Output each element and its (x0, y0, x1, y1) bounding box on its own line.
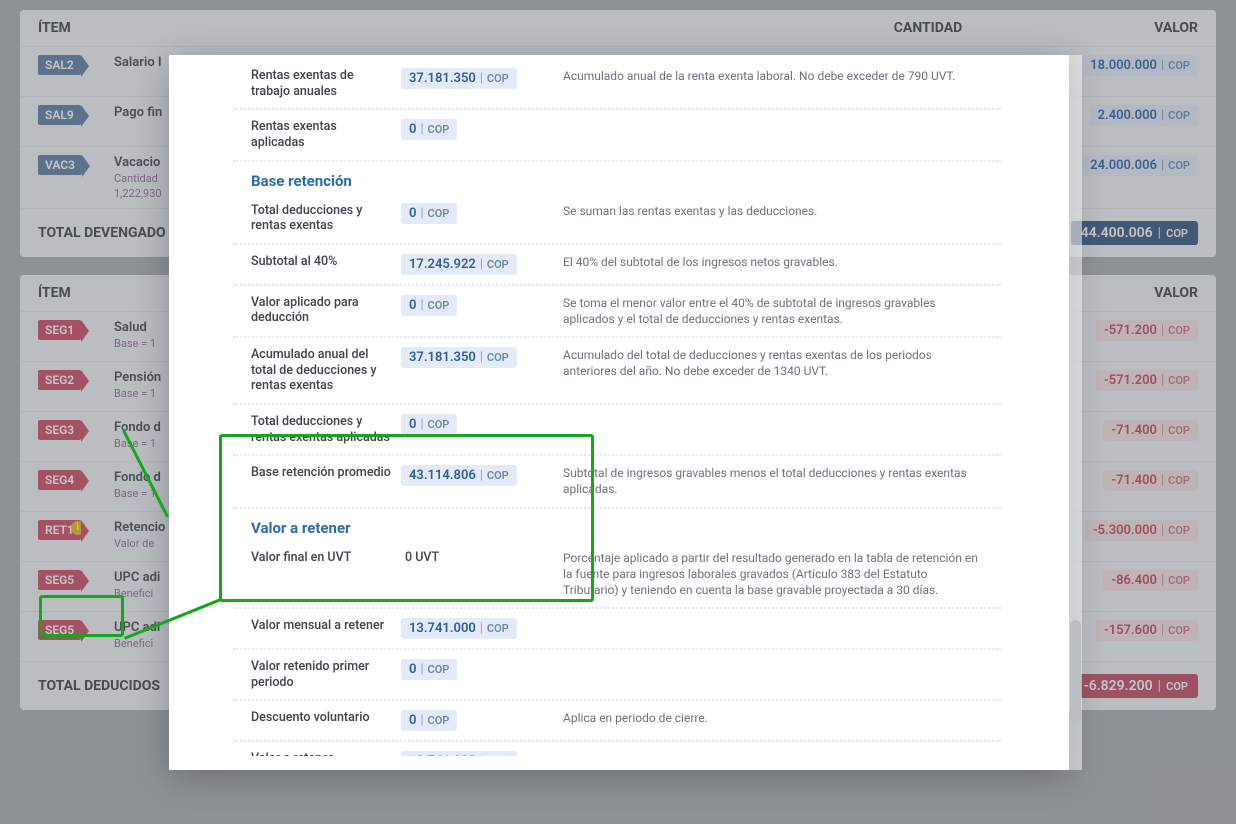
modal-row: Total deducciones y rentas exentas 0|COP… (233, 194, 1001, 245)
modal-value: 17.245.922|COP (401, 254, 517, 275)
modal-row: Valor mensual a retener 13.741.000|COP (233, 609, 1001, 650)
modal-desc: El 40% del subtotal de los ingresos neto… (559, 254, 983, 270)
modal-row: Acumulado anual del total de deducciones… (233, 338, 1001, 405)
modal-label: Subtotal al 40% (251, 254, 401, 270)
modal-value: 0|COP (401, 710, 457, 731)
modal-value: 13.741.000|COP (401, 618, 517, 639)
modal-row: Subtotal al 40% 17.245.922|COP El 40% de… (233, 245, 1001, 286)
modal-label: Rentas exentas aplicadas (251, 119, 401, 150)
modal-row: Valor a retener 13.741.000|COP (233, 742, 1001, 756)
modal-desc: Porcentaje aplicado a partir del resulta… (559, 550, 983, 599)
modal-desc: Aplica en periodo de cierre. (559, 710, 983, 726)
modal-value: 0|COP (401, 203, 457, 224)
modal-desc: Acumulado anual de la renta exenta labor… (559, 68, 983, 84)
retention-detail-modal: Rentas exentas de trabajo anuales 37.181… (169, 55, 1069, 770)
modal-section-base: Base retención (233, 162, 1001, 194)
modal-label: Valor retenido primer periodo (251, 659, 401, 690)
modal-label: Valor mensual a retener (251, 618, 401, 634)
modal-section-retener: Valor a retener (233, 509, 1001, 541)
modal-row: Rentas exentas aplicadas 0|COP (233, 110, 1001, 161)
modal-value: 37.181.350|COP (401, 68, 517, 89)
modal-row: Total deducciones y rentas exentas aplic… (233, 405, 1001, 456)
modal-row: Base retención promedio 43.114.806|COP S… (233, 456, 1001, 508)
modal-value: 37.181.350|COP (401, 347, 517, 368)
modal-value: 43.114.806|COP (401, 465, 517, 486)
modal-row: Valor aplicado para deducción 0|COP Se t… (233, 286, 1001, 338)
modal-label: Base retención promedio (251, 465, 401, 481)
modal-value: 13.741.000|COP (401, 751, 517, 756)
modal-desc: Se suman las rentas exentas y las deducc… (559, 203, 983, 219)
modal-row: Valor final en UVT 0 UVT Porcentaje apli… (233, 541, 1001, 610)
modal-value: 0|COP (401, 659, 457, 680)
modal-label: Acumulado anual del total de deducciones… (251, 347, 401, 394)
modal-desc: Se toma el menor valor entre el 40% de s… (559, 295, 983, 327)
modal-body: Rentas exentas de trabajo anuales 37.181… (233, 55, 1001, 756)
modal-row: Valor retenido primer periodo 0|COP (233, 650, 1001, 701)
modal-desc: Acumulado del total de deducciones y ren… (559, 347, 983, 379)
modal-value: 0|COP (401, 119, 457, 140)
modal-label: Descuento voluntario (251, 710, 401, 726)
modal-value: 0|COP (401, 295, 457, 316)
modal-row: Rentas exentas de trabajo anuales 37.181… (233, 59, 1001, 110)
modal-scrollbar-thumb[interactable] (1070, 620, 1081, 725)
modal-label: Valor a retener (251, 751, 401, 756)
modal-label: Valor final en UVT (251, 550, 401, 566)
modal-label: Rentas exentas de trabajo anuales (251, 68, 401, 99)
modal-value: 0|COP (401, 414, 457, 435)
modal-label: Total deducciones y rentas exentas aplic… (251, 414, 401, 445)
modal-label: Total deducciones y rentas exentas (251, 203, 401, 234)
modal-label: Valor aplicado para deducción (251, 295, 401, 326)
modal-row: Descuento voluntario 0|COP Aplica en per… (233, 701, 1001, 742)
modal-value-plain: 0 UVT (401, 550, 439, 565)
modal-desc: Subtotal de ingresos gravables menos el … (559, 465, 983, 497)
